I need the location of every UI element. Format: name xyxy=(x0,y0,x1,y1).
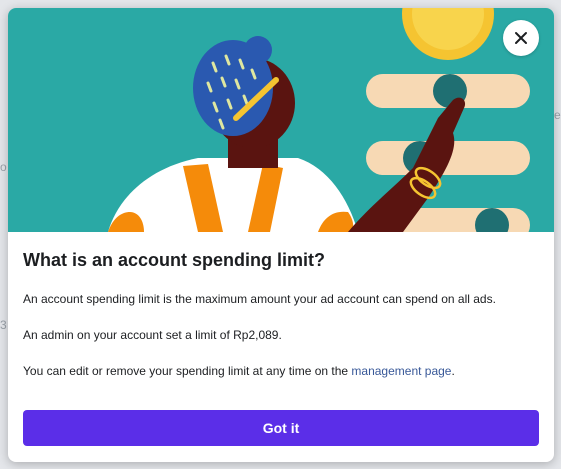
background-text-fragment: o xyxy=(0,160,7,174)
dialog-title: What is an account spending limit? xyxy=(23,250,326,270)
edit-paragraph-end: . xyxy=(451,364,455,378)
close-button[interactable] xyxy=(503,20,539,56)
got-it-button[interactable]: Got it xyxy=(23,410,539,446)
management-page-link[interactable]: management page xyxy=(351,364,451,378)
limit-paragraph: An admin on your account set a limit of … xyxy=(23,328,282,342)
edit-paragraph: You can edit or remove your spending lim… xyxy=(23,363,539,379)
illustration-woman-pointing xyxy=(108,8,530,232)
background-text-fragment: 3 xyxy=(0,318,7,332)
description-paragraph: An account spending limit is the maximum… xyxy=(23,292,496,306)
hero-illustration xyxy=(8,8,554,232)
close-icon xyxy=(515,32,527,44)
edit-paragraph-text: You can edit or remove your spending lim… xyxy=(23,364,352,378)
dialog-body: What is an account spending limit? An ac… xyxy=(23,232,539,379)
background-text-fragment: e xyxy=(554,108,561,122)
spending-limit-dialog: What is an account spending limit? An ac… xyxy=(8,8,554,462)
